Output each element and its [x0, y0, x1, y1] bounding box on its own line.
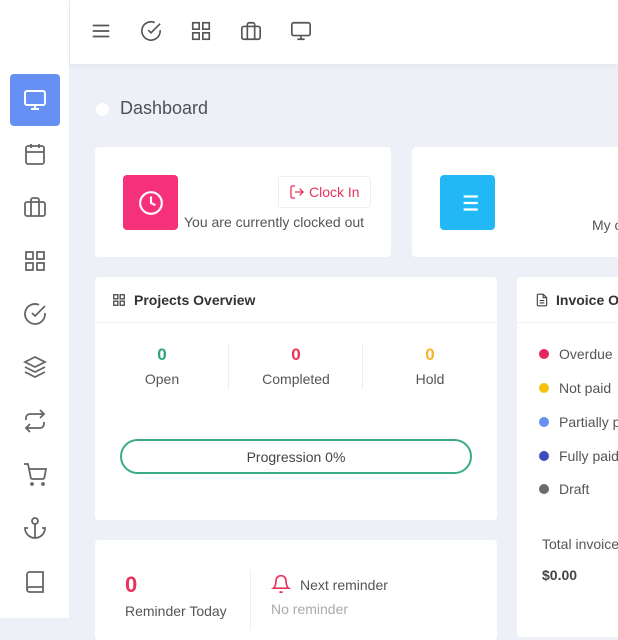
- sidebar-item-book[interactable]: [10, 556, 60, 608]
- stat-completed[interactable]: 0 Completed: [229, 345, 363, 387]
- briefcase-icon[interactable]: [240, 20, 262, 42]
- book-icon: [26, 571, 44, 593]
- layers-icon: [23, 355, 47, 379]
- next-reminder-label: Next reminder: [300, 577, 388, 593]
- clock-status: You are currently clocked out: [184, 214, 365, 230]
- reminder-card: 0 Reminder Today Next reminder No remind…: [95, 540, 497, 640]
- progress-bar: Progression 0%: [120, 439, 472, 474]
- total-invoice-label: Total invoice: [542, 536, 618, 552]
- legend-partially-paid: Partially p: [539, 414, 618, 430]
- legend-overdue: Overdue: [539, 346, 613, 362]
- log-in-icon: [290, 185, 304, 199]
- stat-value: 0: [157, 345, 167, 364]
- tasks-label: My o: [592, 217, 618, 233]
- check-circle-icon[interactable]: [140, 20, 162, 42]
- grid-icon: [25, 251, 45, 271]
- tasks-card: My o: [412, 147, 618, 257]
- invoice-title: Invoice O: [556, 291, 618, 308]
- clock-card: Clock In You are currently clocked out: [95, 147, 391, 257]
- bell-icon: [271, 574, 291, 594]
- legend-fully-paid: Fully paid: [539, 448, 618, 464]
- page-title: Dashboard: [120, 98, 209, 118]
- monitor-icon: [24, 90, 46, 110]
- repeat-icon: [24, 409, 46, 433]
- reminder-today-label: Reminder Today: [125, 603, 227, 619]
- stat-label: Hold: [415, 371, 445, 387]
- sidebar: [0, 0, 70, 618]
- calendar-icon: [25, 144, 45, 165]
- sidebar-item-calendar[interactable]: [10, 128, 60, 180]
- clock-icon: [123, 175, 178, 230]
- menu-icon[interactable]: [90, 20, 112, 42]
- sidebar-item-tasks[interactable]: [10, 288, 60, 340]
- cart-icon: [24, 463, 47, 486]
- legend-not-paid: Not paid: [539, 380, 611, 396]
- sidebar-item-cart[interactable]: [10, 449, 60, 501]
- list-icon: [440, 175, 495, 230]
- file-text-icon: [536, 293, 548, 306]
- stat-label: Open: [144, 371, 180, 387]
- sidebar-item-grid[interactable]: [10, 235, 60, 287]
- total-invoice-value: $0.00: [542, 567, 578, 583]
- topbar: [70, 0, 618, 64]
- reminder-count: 0: [125, 572, 138, 597]
- next-reminder-value: No reminder: [271, 601, 349, 617]
- sidebar-item-anchor[interactable]: [10, 502, 60, 554]
- stat-value: 0: [291, 345, 301, 364]
- projects-overview-card: Projects Overview 0 Open 0 Completed 0 Hold…: [95, 277, 497, 520]
- sidebar-item-dashboard[interactable]: [10, 74, 60, 126]
- grid-icon[interactable]: [190, 20, 212, 42]
- invoice-overview-card: Invoice O Overdue Not paid Partially p F…: [517, 277, 618, 637]
- clock-in-label: Clock In: [309, 184, 360, 200]
- progress-label: Progression 0%: [246, 448, 346, 465]
- stat-value: 0: [425, 345, 435, 364]
- stat-hold[interactable]: 0 Hold: [363, 345, 497, 387]
- anchor-icon: [24, 517, 46, 539]
- clock-in-button[interactable]: Clock In: [278, 176, 371, 208]
- grid-icon: [113, 293, 125, 306]
- sidebar-item-layers[interactable]: [10, 341, 60, 393]
- sidebar-item-projects[interactable]: [10, 181, 60, 233]
- sidebar-item-repeat[interactable]: [10, 395, 60, 447]
- legend-draft: Draft: [539, 481, 589, 497]
- monitor-icon[interactable]: [290, 20, 312, 42]
- stat-open[interactable]: 0 Open: [95, 345, 229, 387]
- projects-title: Projects Overview: [134, 291, 256, 308]
- briefcase-icon: [24, 197, 46, 217]
- check-circle-icon: [24, 303, 46, 325]
- stat-label: Completed: [262, 371, 330, 387]
- page-title-dot: [96, 103, 109, 116]
